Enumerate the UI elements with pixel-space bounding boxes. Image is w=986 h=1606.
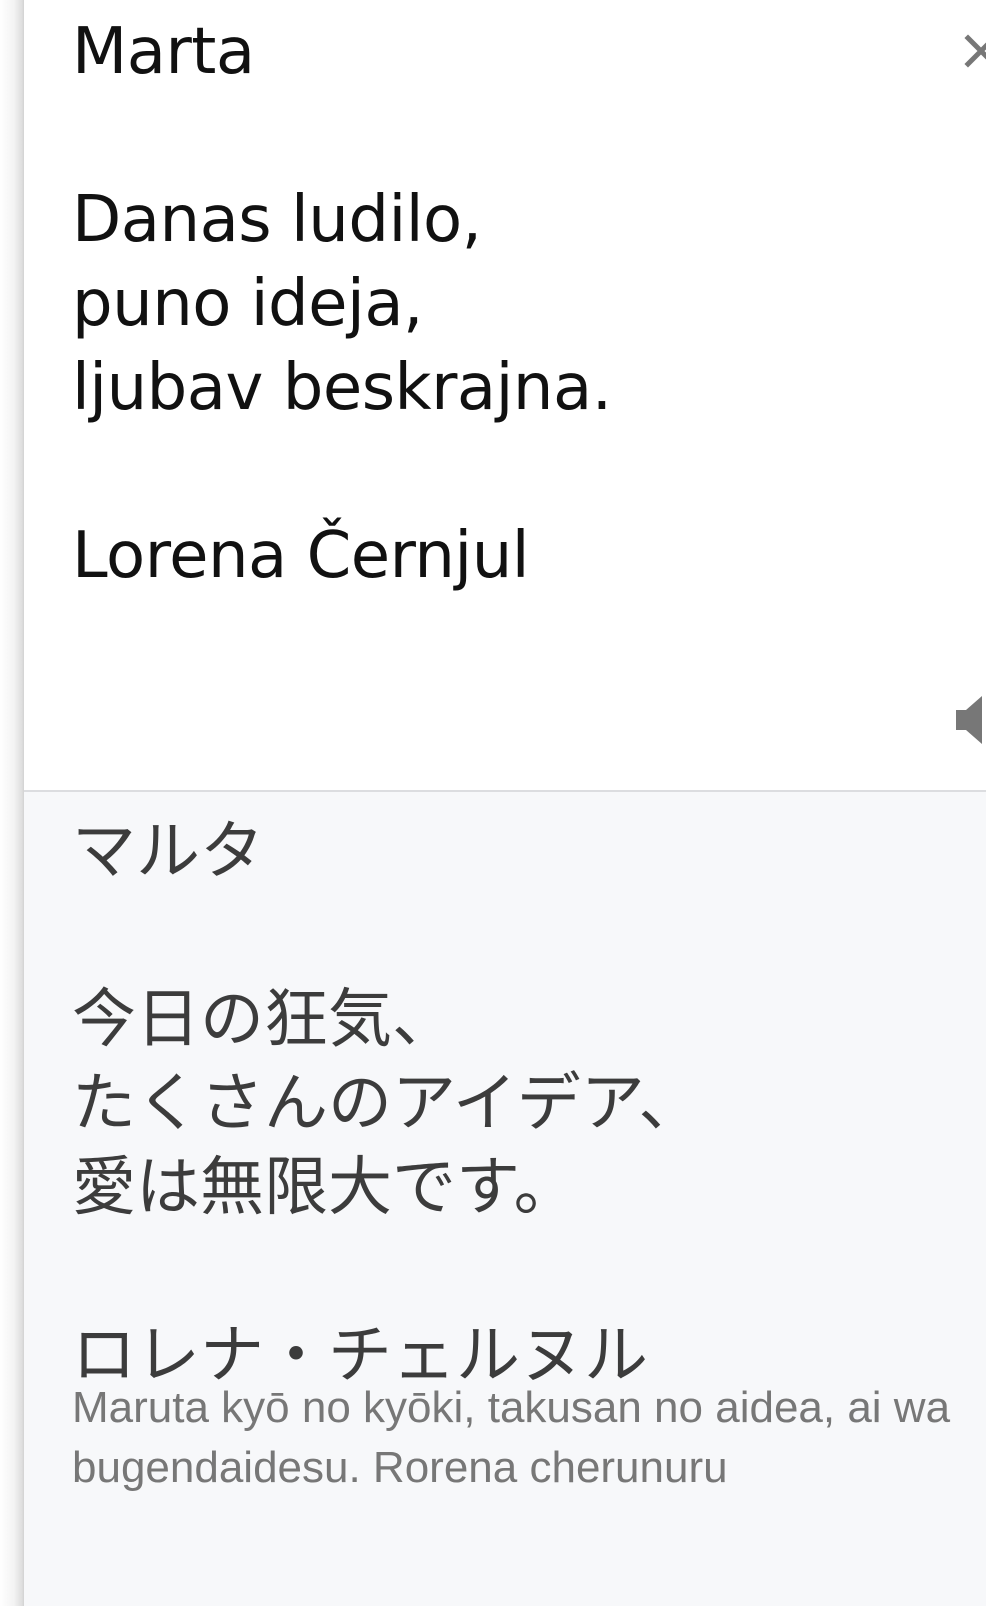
source-text-panel[interactable]: Marta Danas ludilo, puno ideja, ljubav b… (24, 0, 986, 790)
source-text[interactable]: Marta Danas ludilo, puno ideja, ljubav b… (72, 10, 932, 598)
card-left-shadow (0, 0, 24, 1606)
close-icon[interactable] (960, 28, 986, 84)
translation-screen: Marta Danas ludilo, puno ideja, ljubav b… (0, 0, 986, 1606)
romanization-text: Maruta kyō no kyōki, takusan no aidea, a… (72, 1383, 951, 1492)
translation-panel[interactable]: マルタ 今日の狂気、 たくさんのアイデア、 愛は無限大です。 ロレナ・チェルヌル… (24, 792, 986, 1606)
translated-text[interactable]: マルタ 今日の狂気、 たくさんのアイデア、 愛は無限大です。 ロレナ・チェルヌル (72, 810, 962, 1398)
translation-card: Marta Danas ludilo, puno ideja, ljubav b… (24, 0, 986, 1606)
speaker-icon[interactable] (952, 692, 986, 748)
